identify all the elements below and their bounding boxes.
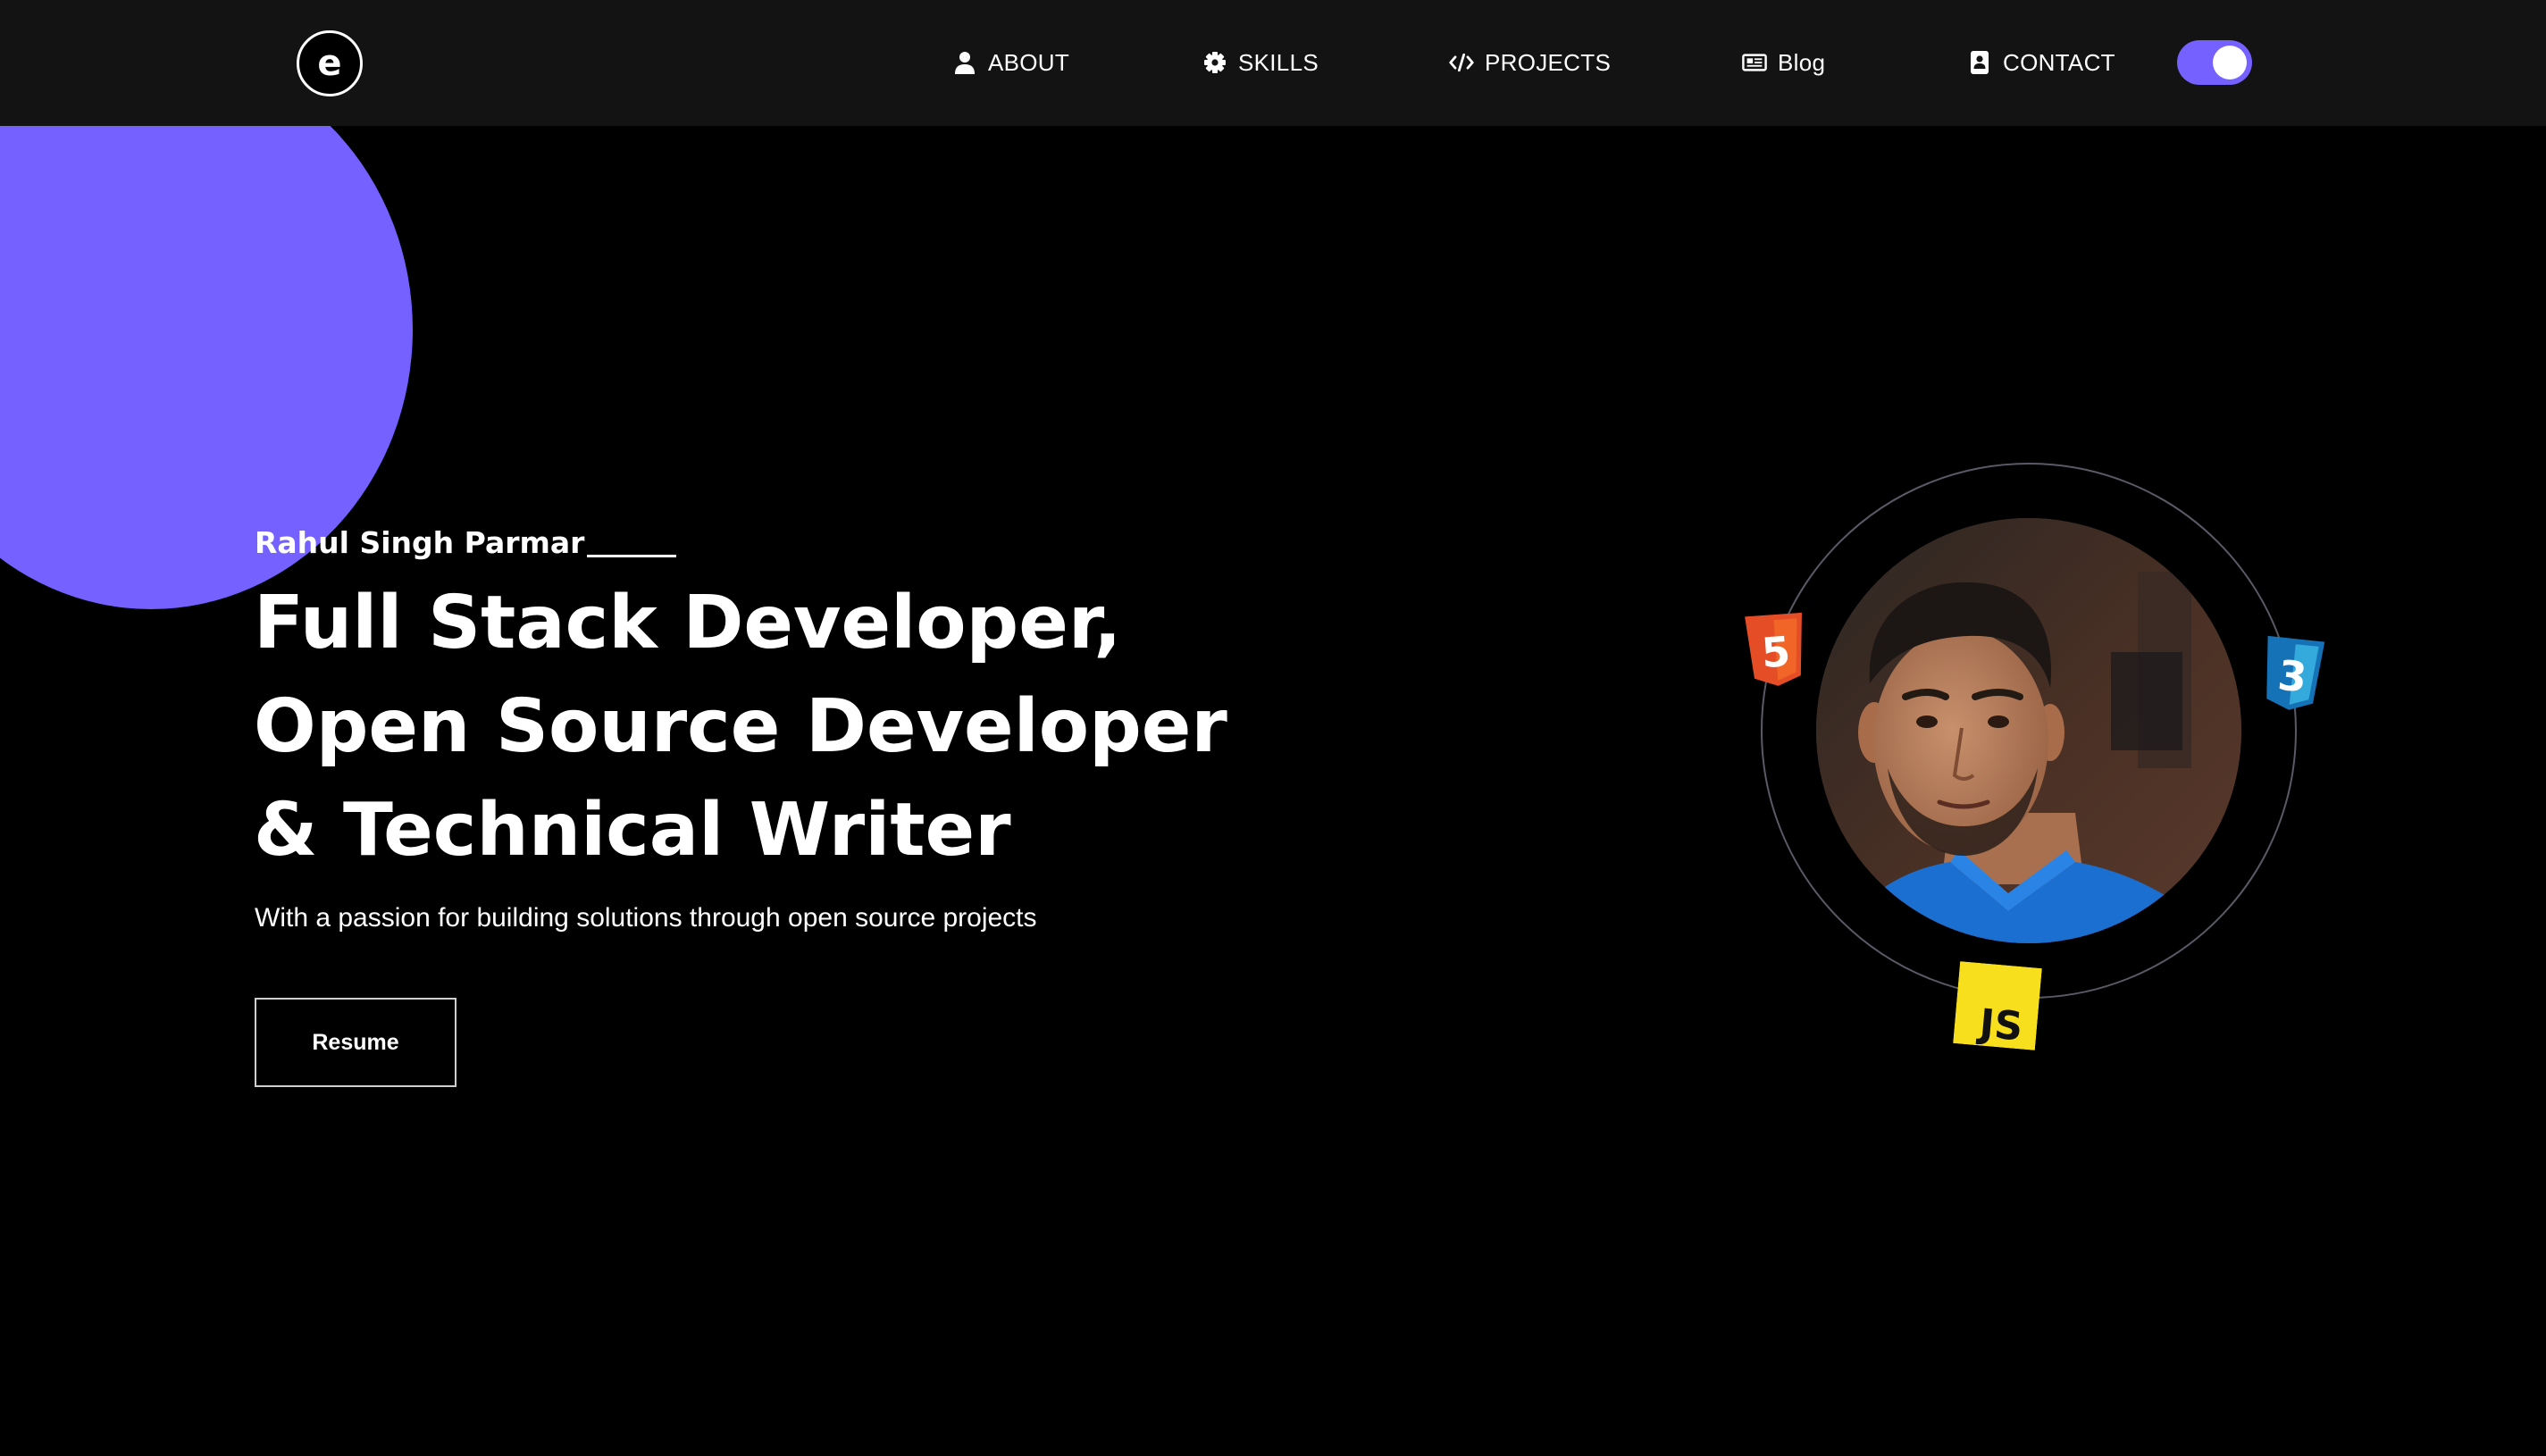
hero-title-line: & Technical Writer: [254, 788, 1011, 873]
hero-title: Full Stack Developer, Open Source Develo…: [254, 572, 1227, 883]
navbar: e ABOUT SKILLS PROJECTS Blog CONTACT: [0, 0, 2546, 126]
svg-text:e: e: [317, 43, 341, 84]
svg-text:3: 3: [2275, 650, 2308, 701]
logo-icon: e: [317, 43, 341, 84]
logo[interactable]: e: [297, 30, 363, 96]
svg-text:5: 5: [1760, 627, 1792, 677]
profile-photo: [1816, 518, 2241, 943]
gear-icon: [1202, 50, 1227, 75]
nav-item-label: Blog: [1778, 48, 1826, 76]
nav-item-contact[interactable]: CONTACT: [1967, 43, 2115, 82]
html5-icon: 5: [1741, 611, 1811, 695]
svg-text:JS: JS: [1975, 1000, 2024, 1050]
newspaper-icon: [1742, 50, 1767, 75]
hero-title-line: Open Source Developer: [254, 684, 1227, 769]
code-icon: [1449, 50, 1474, 75]
nav-item-skills[interactable]: SKILLS: [1202, 43, 1319, 82]
name-underline-divider: [587, 555, 676, 557]
hero-subtitle: With a passion for building solutions th…: [255, 903, 1037, 933]
theme-toggle[interactable]: [2177, 40, 2252, 85]
nav-item-blog[interactable]: Blog: [1742, 43, 1825, 82]
nav-item-about[interactable]: ABOUT: [952, 43, 1069, 82]
resume-button[interactable]: Resume: [255, 998, 456, 1087]
javascript-icon: JS: [1953, 961, 2042, 1050]
nav-item-projects[interactable]: PROJECTS: [1449, 43, 1611, 82]
contact-card-icon: [1967, 50, 1992, 75]
nav-item-label: PROJECTS: [1485, 48, 1612, 76]
avatar: [1816, 518, 2241, 943]
user-icon: [952, 50, 977, 75]
nav-item-label: CONTACT: [2003, 48, 2115, 76]
hero-name: Rahul Singh Parmar: [255, 525, 585, 560]
nav-item-label: SKILLS: [1238, 48, 1319, 76]
page: e ABOUT SKILLS PROJECTS Blog CONTACT Rah…: [0, 0, 2546, 1456]
toggle-knob: [2213, 46, 2247, 79]
hero-title-line: Full Stack Developer,: [254, 581, 1122, 665]
nav-item-label: ABOUT: [988, 48, 1070, 76]
css3-icon: 3: [2257, 633, 2329, 719]
